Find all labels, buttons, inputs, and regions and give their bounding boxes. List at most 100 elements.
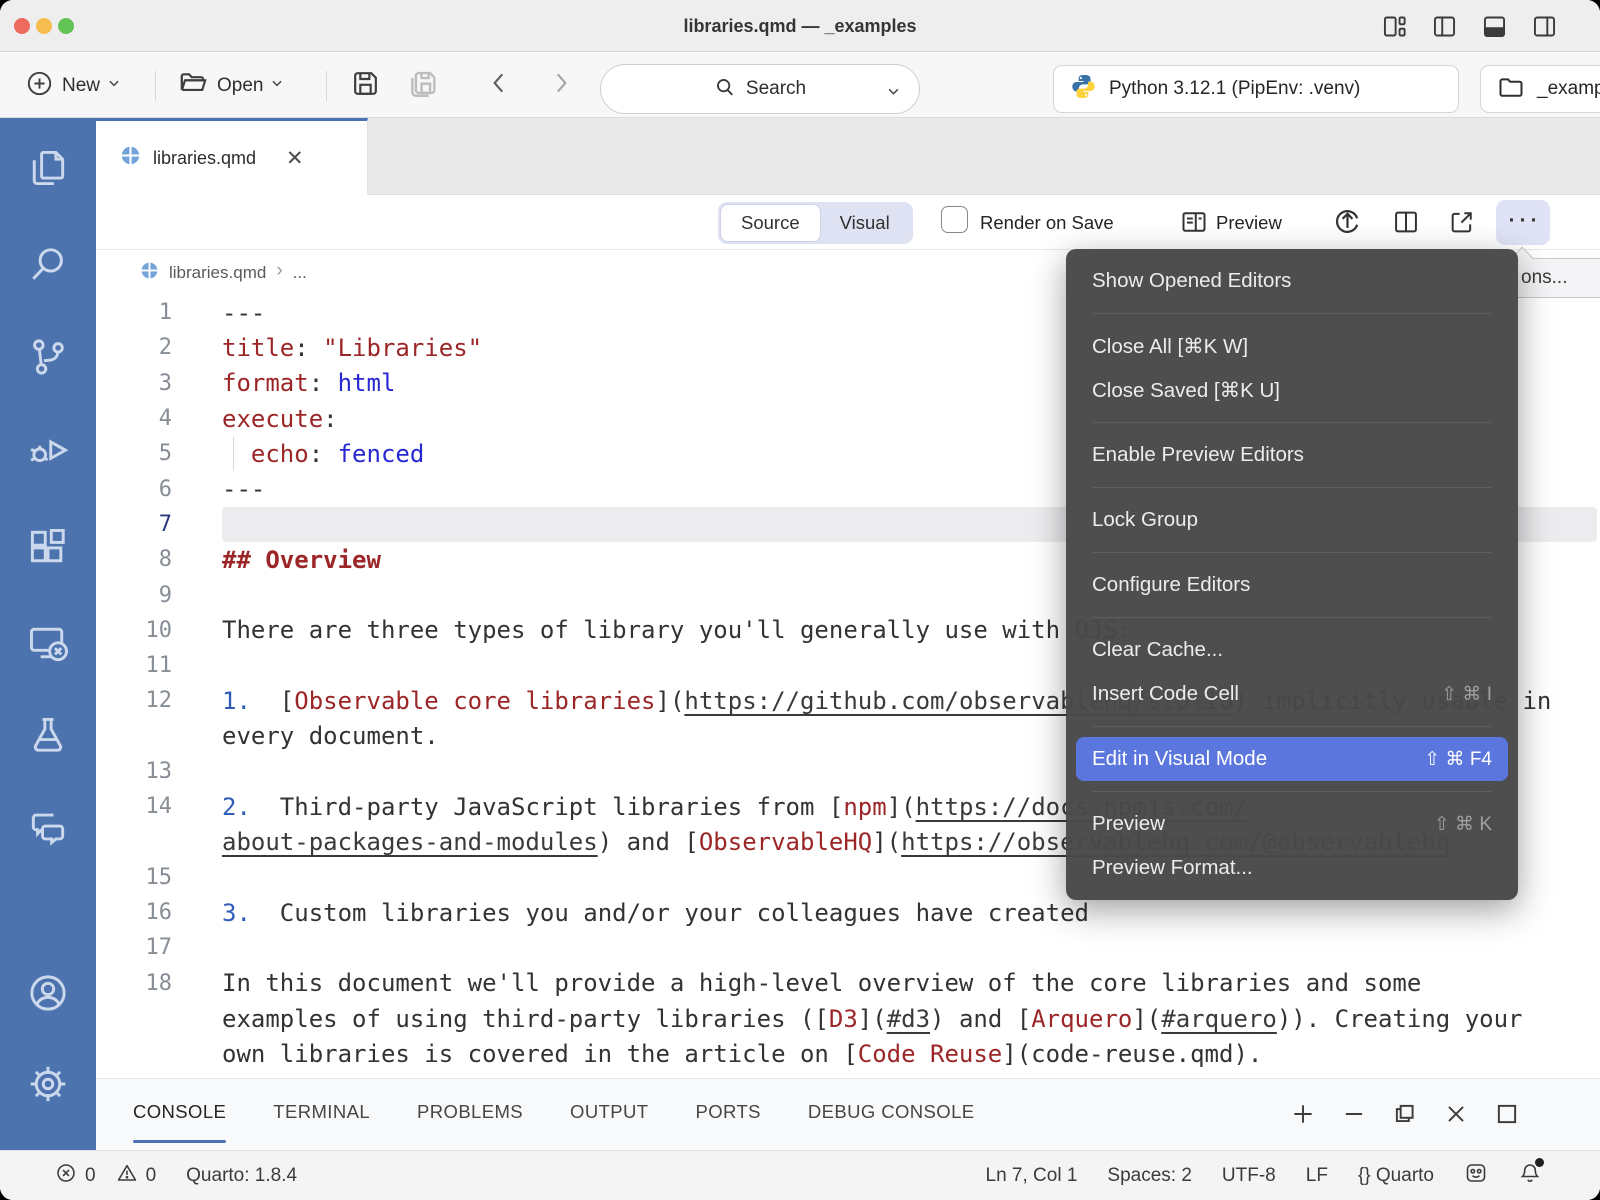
eol-status[interactable]: LF: [1306, 1165, 1328, 1187]
line-text: own libraries is covered in the article …: [172, 1040, 1262, 1068]
panel-tab-terminal[interactable]: TERMINAL: [273, 1079, 370, 1150]
breadcrumb-file[interactable]: libraries.qmd: [169, 263, 266, 283]
customize-layout-icon[interactable]: [1381, 13, 1408, 40]
project-selector[interactable]: _examples: [1480, 65, 1600, 113]
panel-tab-output[interactable]: OUTPUT: [570, 1079, 648, 1150]
sidebar-item-chat[interactable]: [26, 805, 70, 849]
line-number: 6: [96, 477, 172, 502]
menu-item-edit-in-visual-mode[interactable]: Edit in Visual Mode⇧ ⌘ F4: [1076, 737, 1508, 781]
new-button[interactable]: New: [26, 53, 121, 118]
line-number: 15: [96, 865, 172, 890]
chevron-down-icon[interactable]: [886, 84, 901, 104]
window-title: libraries.qmd — _examples: [0, 0, 1600, 52]
search-input[interactable]: Search: [600, 64, 920, 114]
menu-item-shortcut: ⇧ ⌘ K: [1434, 813, 1492, 836]
minimize-panel-icon[interactable]: [1341, 1101, 1367, 1132]
panel-tab-console[interactable]: CONSOLE: [133, 1079, 226, 1150]
breadcrumb-separator-icon: ›: [276, 260, 282, 282]
panel-tab-ports[interactable]: PORTS: [696, 1079, 761, 1150]
sidebar-item-run-debug[interactable]: [26, 430, 70, 474]
panel-tab-problems[interactable]: PROBLEMS: [417, 1079, 523, 1150]
line-text: format: html: [172, 369, 395, 397]
search-icon: [714, 76, 736, 103]
line-number: 3: [96, 371, 172, 396]
visual-mode-button[interactable]: Visual: [820, 205, 910, 241]
toolbar-separator: [155, 71, 156, 101]
error-icon: [55, 1162, 77, 1190]
code-line[interactable]: 17: [96, 930, 1600, 965]
split-editor-icon[interactable]: [1392, 208, 1420, 241]
new-console-icon[interactable]: [1290, 1101, 1316, 1132]
cursor-position-status[interactable]: Ln 7, Col 1: [986, 1165, 1078, 1187]
menu-item-label: Close Saved [⌘K U]: [1092, 378, 1280, 403]
menu-item-configure-editors[interactable]: Configure Editors: [1066, 563, 1518, 607]
menu-item-preview-format[interactable]: Preview Format...: [1066, 846, 1518, 890]
toggle-secondary-sidebar-icon[interactable]: [1531, 13, 1558, 40]
sidebar-item-source-control[interactable]: [26, 335, 70, 379]
render-on-save-checkbox[interactable]: [941, 206, 968, 233]
encoding-status[interactable]: UTF-8: [1222, 1165, 1276, 1187]
navigate-forward-button[interactable]: [548, 53, 574, 118]
line-text: ---: [172, 475, 265, 503]
menu-item-enable-preview-editors[interactable]: Enable Preview Editors: [1066, 433, 1518, 477]
sidebar-item-extensions[interactable]: [26, 525, 70, 569]
sidebar-item-settings[interactable]: [26, 1062, 70, 1106]
line-number: 16: [96, 900, 172, 925]
interpreter-selector[interactable]: Python 3.12.1 (PipEnv: .venv): [1053, 65, 1459, 113]
sidebar-item-testing[interactable]: [26, 713, 70, 757]
sidebar-item-sessions[interactable]: [26, 621, 70, 665]
menu-item-preview[interactable]: Preview⇧ ⌘ K: [1066, 802, 1518, 846]
open-in-new-window-icon[interactable]: [1448, 208, 1476, 241]
menu-item-label: Enable Preview Editors: [1092, 443, 1304, 467]
source-mode-button[interactable]: Source: [721, 205, 820, 241]
menu-divider: [1092, 726, 1492, 727]
tab-label: libraries.qmd: [153, 148, 256, 169]
line-text: There are three types of library you'll …: [172, 616, 1132, 644]
code-line[interactable]: examples of using third-party libraries …: [96, 1001, 1600, 1036]
menu-item-clear-cache[interactable]: Clear Cache...: [1066, 628, 1518, 672]
notifications-bell-icon[interactable]: [1518, 1161, 1542, 1191]
language-mode-status[interactable]: {} Quarto: [1358, 1165, 1434, 1187]
quarto-version-status[interactable]: Quarto: 1.8.4: [186, 1165, 297, 1187]
maximize-panel-icon[interactable]: [1494, 1101, 1520, 1132]
breadcrumb-more[interactable]: ...: [293, 263, 307, 283]
navigate-back-button[interactable]: [486, 53, 512, 118]
sidebar-item-explorer[interactable]: [26, 146, 70, 190]
menu-item-close-all-k-w[interactable]: Close All [⌘K W]: [1066, 324, 1518, 368]
sidebar-item-search[interactable]: [26, 243, 70, 287]
indentation-status[interactable]: Spaces: 2: [1107, 1165, 1192, 1187]
restore-panel-icon[interactable]: [1392, 1101, 1418, 1132]
close-tab-icon[interactable]: ✕: [286, 148, 304, 169]
feedback-smiley-icon[interactable]: [1464, 1161, 1488, 1191]
line-text: echo: fenced: [172, 440, 424, 468]
sidebar-item-account[interactable]: [26, 971, 70, 1015]
close-panel-icon[interactable]: [1443, 1101, 1469, 1132]
toggle-primary-sidebar-icon[interactable]: [1431, 13, 1458, 40]
save-button[interactable]: [350, 53, 381, 118]
code-line[interactable]: own libraries is covered in the article …: [96, 1036, 1600, 1071]
menu-item-show-opened-editors[interactable]: Show Opened Editors: [1066, 259, 1518, 303]
line-number: 13: [96, 759, 172, 784]
menu-item-label: Lock Group: [1092, 508, 1198, 532]
titlebar: libraries.qmd — _examples: [0, 0, 1600, 52]
menu-item-lock-group[interactable]: Lock Group: [1066, 498, 1518, 542]
code-line[interactable]: 163. Custom libraries you and/or your co…: [96, 895, 1600, 930]
menu-item-insert-code-cell[interactable]: Insert Code Cell⇧ ⌘ I: [1066, 672, 1518, 716]
more-actions-button[interactable]: ···: [1496, 200, 1550, 245]
code-line[interactable]: 18In this document we'll provide a high-…: [96, 966, 1600, 1001]
render-icon[interactable]: [1332, 206, 1363, 242]
line-number: 11: [96, 653, 172, 678]
save-all-button[interactable]: [406, 53, 440, 118]
toggle-panel-icon[interactable]: [1481, 13, 1508, 40]
menu-item-close-saved-k-u[interactable]: Close Saved [⌘K U]: [1066, 368, 1518, 412]
open-button[interactable]: Open: [178, 53, 284, 118]
panel-tab-debug-console[interactable]: DEBUG CONSOLE: [808, 1079, 975, 1150]
problems-status[interactable]: 0 0: [55, 1162, 156, 1190]
python-logo-icon: [1070, 73, 1097, 105]
plus-circle-icon: [26, 70, 53, 102]
preview-icon[interactable]: [1180, 208, 1208, 241]
bottom-panel: CONSOLE TERMINAL PROBLEMS OUTPUT PORTS DEBUG …: [96, 1078, 1600, 1150]
menu-item-label: Clear Cache...: [1092, 638, 1223, 662]
tab-libraries-qmd[interactable]: libraries.qmd ✕: [96, 118, 368, 195]
preview-label[interactable]: Preview: [1216, 195, 1282, 250]
